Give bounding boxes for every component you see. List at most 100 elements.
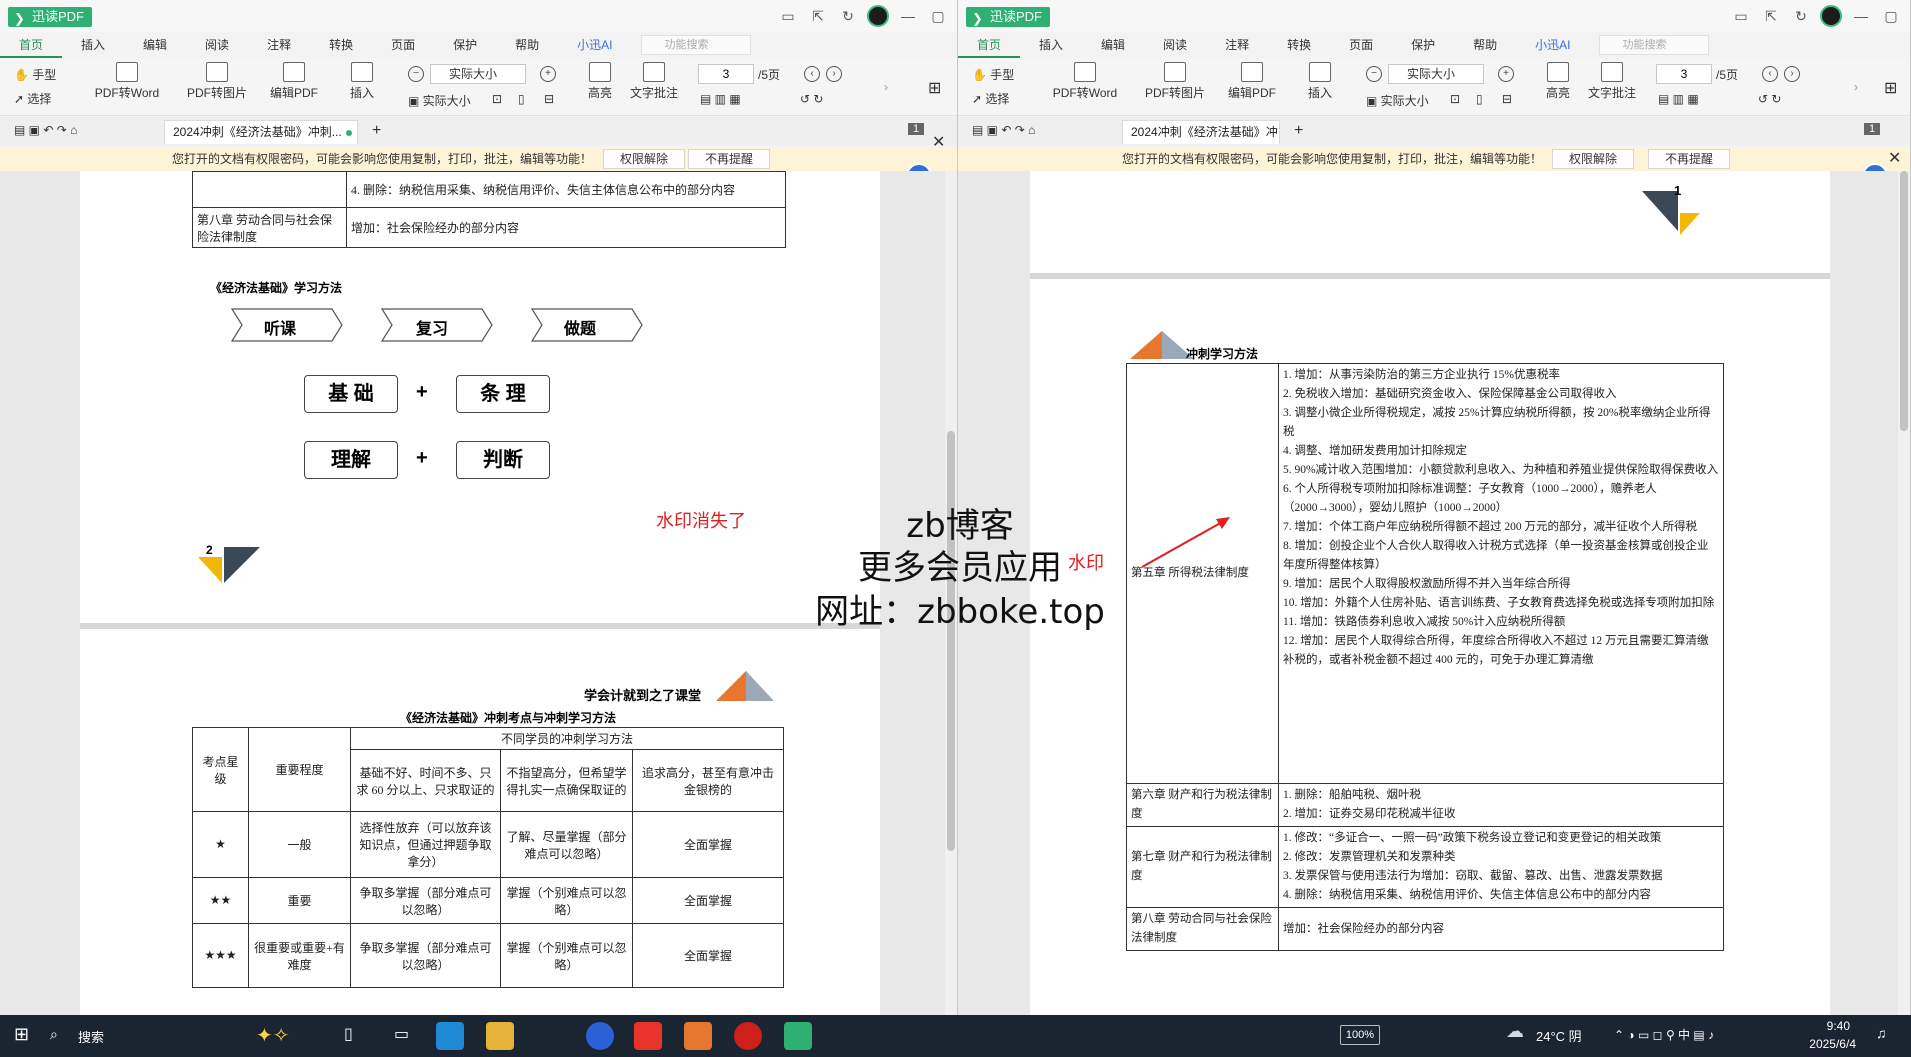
- pdf-to-word-button[interactable]: PDF转Word: [1050, 62, 1120, 101]
- menu-convert[interactable]: 转换: [1268, 32, 1330, 58]
- new-tab-icon[interactable]: +: [372, 122, 381, 140]
- prev-page-icon[interactable]: ‹: [804, 66, 820, 82]
- rotate-icon[interactable]: ⊟: [544, 92, 554, 106]
- edge-browser-icon[interactable]: [436, 1022, 464, 1050]
- maximize-button[interactable]: ▢: [927, 6, 949, 26]
- zoom-select[interactable]: 实际大小: [1388, 64, 1484, 84]
- menu-ai[interactable]: 小迅AI: [1516, 32, 1589, 58]
- menu-page[interactable]: 页面: [1330, 32, 1392, 58]
- refresh-icon[interactable]: ↻: [837, 6, 859, 26]
- undo-redo-icons[interactable]: ↺ ↻: [800, 92, 823, 106]
- insert-button[interactable]: 插入: [1298, 62, 1342, 101]
- function-search-input[interactable]: 功能搜索: [641, 35, 752, 55]
- fit-page-icon[interactable]: ▯: [1476, 92, 1483, 106]
- menu-insert[interactable]: 插入: [1020, 32, 1082, 58]
- scrollbar-thumb[interactable]: [1900, 171, 1908, 431]
- remove-permission-button[interactable]: 权限解除: [1552, 149, 1634, 169]
- taskbar-search[interactable]: 搜索: [78, 1027, 104, 1055]
- start-icon[interactable]: ⊞: [14, 1024, 29, 1052]
- zoom-select[interactable]: 实际大小: [430, 64, 526, 84]
- close-notice-icon[interactable]: ✕: [932, 131, 945, 155]
- document-tab[interactable]: 2024冲刺《经济法基础》冲刺...: [164, 120, 358, 144]
- menu-protect[interactable]: 保护: [434, 32, 496, 58]
- menu-home[interactable]: 首页: [0, 32, 63, 58]
- hand-tool[interactable]: ✋ 手型: [972, 66, 1014, 83]
- wps-icon[interactable]: [634, 1022, 662, 1050]
- hand-tool[interactable]: ✋ 手型: [14, 66, 56, 83]
- apps-grid-icon[interactable]: ⊞: [928, 78, 941, 98]
- minimize-button[interactable]: —: [1850, 6, 1872, 26]
- file-icons[interactable]: ▤ ▣ ↶ ↷ ⌂: [972, 123, 1035, 137]
- weather-text[interactable]: 24°C 阴: [1536, 1026, 1582, 1054]
- browser-icon[interactable]: [586, 1022, 614, 1050]
- actual-size-button[interactable]: ▣ 实际大小: [408, 92, 471, 109]
- battery-indicator[interactable]: 100%: [1340, 1025, 1380, 1045]
- text-annotation-button[interactable]: 文字批注: [1584, 62, 1640, 101]
- share-icon[interactable]: ⇱: [807, 6, 829, 26]
- prev-page-icon[interactable]: ‹: [1762, 66, 1778, 82]
- edit-pdf-button[interactable]: 编辑PDF: [1220, 62, 1284, 101]
- menu-page[interactable]: 页面: [372, 32, 434, 58]
- menu-edit[interactable]: 编辑: [1082, 32, 1144, 58]
- next-page-icon[interactable]: ›: [826, 66, 842, 82]
- menu-protect[interactable]: 保护: [1392, 32, 1454, 58]
- apps-grid-icon[interactable]: ⊞: [1884, 78, 1897, 98]
- single-page-icon[interactable]: ▤ ▥ ▦: [1658, 92, 1699, 106]
- select-tool[interactable]: ➚ 选择: [972, 90, 1009, 107]
- zoom-in-icon[interactable]: +: [1498, 66, 1514, 82]
- app-red-icon[interactable]: [734, 1022, 762, 1050]
- vertical-scrollbar[interactable]: [1898, 171, 1910, 1015]
- close-notice-icon[interactable]: ✕: [1888, 147, 1901, 171]
- undo-redo-icons[interactable]: ↺ ↻: [1758, 92, 1781, 106]
- menu-help[interactable]: 帮助: [1454, 32, 1516, 58]
- new-tab-icon[interactable]: +: [1294, 122, 1303, 140]
- zoom-out-icon[interactable]: −: [408, 66, 424, 82]
- menu-read[interactable]: 阅读: [186, 32, 248, 58]
- clock-date[interactable]: 2025/6/4: [1786, 1037, 1856, 1057]
- notification-bell-icon[interactable]: ♫: [1876, 1025, 1887, 1053]
- fit-width-icon[interactable]: ⊡: [1450, 92, 1460, 106]
- terminal-icon[interactable]: ▭: [394, 1024, 409, 1052]
- text-annotation-button[interactable]: 文字批注: [626, 62, 682, 101]
- rotate-icon[interactable]: ⊟: [1502, 92, 1512, 106]
- highlight-button[interactable]: 高亮: [580, 62, 620, 101]
- avatar[interactable]: [1820, 5, 1842, 27]
- avatar[interactable]: [867, 5, 889, 27]
- menu-annotate[interactable]: 注释: [1206, 32, 1268, 58]
- file-explorer-icon[interactable]: [486, 1022, 514, 1050]
- edit-pdf-button[interactable]: 编辑PDF: [262, 62, 326, 101]
- menu-convert[interactable]: 转换: [310, 32, 372, 58]
- dont-remind-button[interactable]: 不再提醒: [688, 149, 770, 169]
- insert-button[interactable]: 插入: [340, 62, 384, 101]
- zoom-out-icon[interactable]: −: [1366, 66, 1382, 82]
- zoom-in-icon[interactable]: +: [540, 66, 556, 82]
- refresh-icon[interactable]: ↻: [1790, 6, 1812, 26]
- menu-annotate[interactable]: 注释: [248, 32, 310, 58]
- ribbon-scroll-icon[interactable]: ›: [884, 80, 888, 94]
- page-number-input[interactable]: 3: [1656, 64, 1712, 84]
- scrollbar-thumb[interactable]: [947, 431, 955, 851]
- xundu-pdf-taskbar-icon[interactable]: [784, 1022, 812, 1050]
- actual-size-button[interactable]: ▣ 实际大小: [1366, 92, 1429, 109]
- maximize-button[interactable]: ▢: [1880, 6, 1902, 26]
- search-icon[interactable]: ⌕: [50, 1026, 58, 1054]
- app-logo[interactable]: ❯ 迅读PDF: [8, 7, 93, 27]
- ribbon-scroll-icon[interactable]: ›: [1854, 80, 1858, 94]
- next-page-icon[interactable]: ›: [1784, 66, 1800, 82]
- fit-width-icon[interactable]: ⊡: [492, 92, 502, 106]
- menu-home[interactable]: 首页: [958, 32, 1021, 58]
- remove-permission-button[interactable]: 权限解除: [603, 149, 685, 169]
- menu-edit[interactable]: 编辑: [124, 32, 186, 58]
- menu-help[interactable]: 帮助: [496, 32, 558, 58]
- document-tab[interactable]: 2024冲刺《经济法基础》冲刺...: [1122, 120, 1280, 161]
- pdf-to-word-button[interactable]: PDF转Word: [92, 62, 162, 101]
- menu-ai[interactable]: 小迅AI: [558, 32, 631, 58]
- file-icons[interactable]: ▤ ▣ ↶ ↷ ⌂: [14, 123, 77, 137]
- select-tool[interactable]: ➚ 选择: [14, 90, 51, 107]
- copilot-sparkle-icon[interactable]: ✦✧: [256, 1023, 290, 1051]
- chat-icon[interactable]: ▭: [777, 6, 799, 26]
- fit-page-icon[interactable]: ▯: [518, 92, 525, 106]
- task-view-icon[interactable]: ▯: [344, 1024, 353, 1052]
- menu-read[interactable]: 阅读: [1144, 32, 1206, 58]
- single-page-icon[interactable]: ▤ ▥ ▦: [700, 92, 741, 106]
